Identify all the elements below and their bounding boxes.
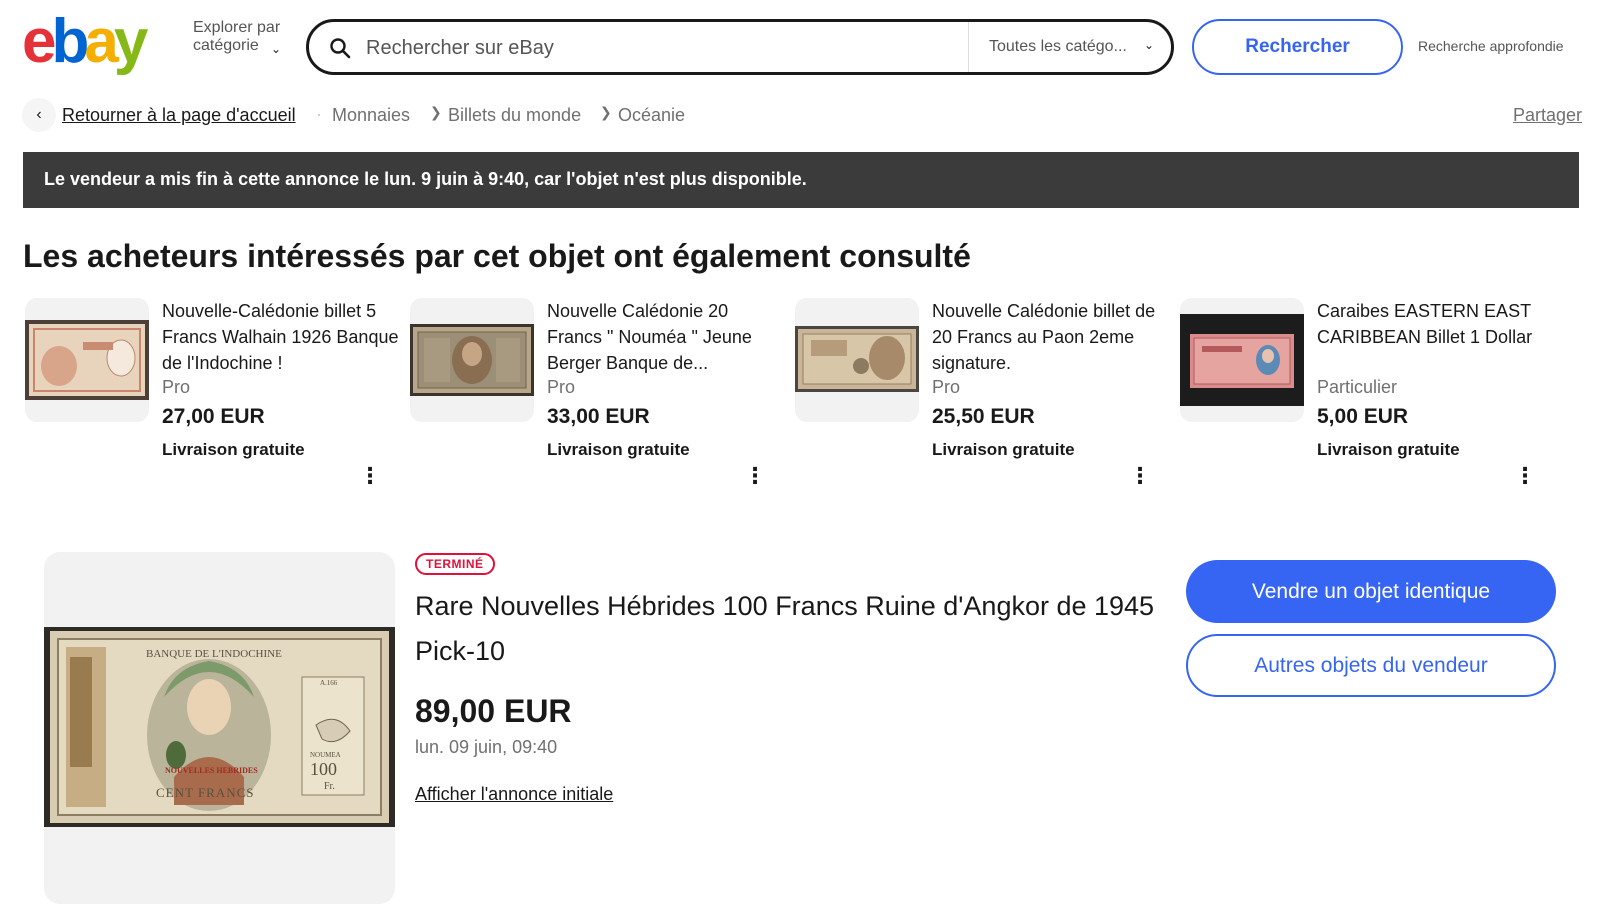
item-title[interactable]: Nouvelle Calédonie billet de 20 Francs a… [932, 298, 1170, 376]
related-item-card[interactable]: Caraibes EASTERN EAST CARIBBEAN Billet 1… [1180, 298, 1564, 498]
category-select[interactable]: Toutes les catégo... ⌄ [968, 22, 1171, 72]
breadcrumb: ‹ Retourner à la page d'accueil · Monnai… [22, 98, 1582, 134]
related-item-card[interactable]: Nouvelle Calédonie 20 Francs " Nouméa " … [410, 298, 794, 498]
related-item-card[interactable]: Nouvelle-Calédonie billet 5 Francs Walha… [25, 298, 409, 498]
item-price: 33,00 EUR [547, 405, 650, 428]
seller-other-items-button[interactable]: Autres objets du vendeur [1186, 634, 1556, 697]
more-options-icon[interactable]: ⋮ [744, 465, 766, 487]
explore-label: Explorer par catégorie [193, 19, 281, 54]
listing-ended-banner: Le vendeur a mis fin à cette annonce le … [23, 152, 1579, 208]
item-thumbnail[interactable] [410, 298, 534, 422]
ebay-logo[interactable]: ebay [22, 10, 170, 76]
item-price: 27,00 EUR [162, 405, 265, 428]
banknote-overprint: NOUVELLES HEBRIDES [165, 766, 258, 775]
search-bar: Toutes les catégo... ⌄ [306, 19, 1174, 75]
item-title[interactable]: Nouvelle Calédonie 20 Francs " Nouméa " … [547, 298, 785, 376]
shipping-info: Livraison gratuite [932, 440, 1075, 459]
chevron-down-icon: ⌄ [271, 42, 282, 56]
item-thumbnail[interactable] [1180, 298, 1304, 422]
banknote-bottom-text: CENT FRANCS [156, 785, 255, 800]
shipping-info: Livraison gratuite [547, 440, 690, 459]
category-select-value: Toutes les catégo... [989, 38, 1127, 55]
item-title[interactable]: Caraibes EASTERN EAST CARIBBEAN Billet 1… [1317, 298, 1555, 350]
item-title[interactable]: Nouvelle-Calédonie billet 5 Francs Walha… [162, 298, 400, 376]
item-end-date: lun. 09 juin, 09:40 [415, 737, 558, 757]
seller-type: Pro [932, 377, 961, 397]
banknote-unit: Fr. [324, 781, 335, 792]
chevron-right-icon: ❯ [430, 104, 442, 120]
view-original-listing-link[interactable]: Afficher l'annonce initiale [415, 784, 613, 805]
banknote-image: BANQUE DE L'INDOCHINE CENT FRANCS NOUVEL… [44, 627, 395, 827]
breadcrumb-item-billets[interactable]: Billets du monde [448, 105, 581, 126]
banknote-top-text: BANQUE DE L'INDOCHINE [146, 648, 282, 660]
advanced-search-link[interactable]: Recherche approfondie [1418, 38, 1564, 54]
explore-by-category[interactable]: Explorer par catégorie ⌄ [193, 19, 293, 56]
item-price: 89,00 EUR [415, 693, 572, 729]
item-thumbnail[interactable] [795, 298, 919, 422]
search-input[interactable] [366, 32, 936, 64]
item-price: 5,00 EUR [1317, 405, 1409, 428]
breadcrumb-item-monnaies[interactable]: Monnaies [332, 105, 410, 126]
related-section-title: Les acheteurs intéressés par cet objet o… [23, 238, 971, 274]
related-item-card[interactable]: Nouvelle Calédonie billet de 20 Francs a… [795, 298, 1179, 498]
item-title: Rare Nouvelles Hébrides 100 Francs Ruine… [415, 591, 1155, 666]
chevron-down-icon: ⌄ [1144, 38, 1155, 52]
search-button[interactable]: Rechercher [1192, 19, 1403, 75]
sell-similar-button[interactable]: Vendre un objet identique [1186, 560, 1556, 623]
item-price: 25,50 EUR [932, 405, 1035, 428]
seller-type: Particulier [1317, 377, 1398, 397]
more-options-icon[interactable]: ⋮ [1129, 465, 1151, 487]
breadcrumb-separator-dot: · [316, 104, 322, 124]
ended-status-badge: TERMINÉ [415, 553, 495, 575]
more-options-icon[interactable]: ⋮ [359, 465, 381, 487]
banknote-value: 100 [310, 759, 337, 779]
back-chevron-icon[interactable]: ‹ [22, 98, 56, 132]
share-link[interactable]: Partager [1513, 105, 1582, 126]
header: ebay Explorer par catégorie ⌄ Toutes les… [0, 0, 1600, 95]
seller-type: Pro [162, 377, 191, 397]
banknote-serial: A.166 [320, 679, 338, 687]
main-item-image[interactable]: BANQUE DE L'INDOCHINE CENT FRANCS NOUVEL… [44, 552, 395, 904]
search-icon [330, 38, 351, 59]
shipping-info: Livraison gratuite [1317, 440, 1460, 459]
chevron-right-icon: ❯ [600, 104, 612, 120]
banknote-place: NOUMEA [310, 751, 341, 759]
breadcrumb-item-oceanie[interactable]: Océanie [618, 105, 685, 126]
seller-type: Pro [547, 377, 576, 397]
breadcrumb-home-link[interactable]: Retourner à la page d'accueil [62, 105, 296, 126]
more-options-icon[interactable]: ⋮ [1514, 465, 1536, 487]
item-thumbnail[interactable] [25, 298, 149, 422]
svg-text:ebay: ebay [22, 10, 149, 76]
shipping-info: Livraison gratuite [162, 440, 305, 459]
